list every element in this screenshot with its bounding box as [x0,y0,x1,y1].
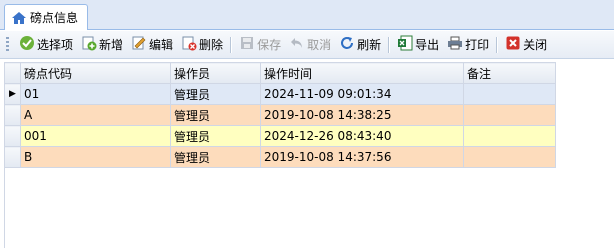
home-icon [11,10,27,26]
cancel-label: 取消 [307,38,332,52]
print-button[interactable]: 打印 [443,34,493,56]
cell-operator[interactable]: 管理员 [170,83,261,105]
refresh-button[interactable]: 刷新 [335,34,385,56]
cell-note[interactable] [463,125,556,147]
row-header[interactable] [4,104,21,126]
edit-icon [131,35,147,54]
toolbar: 选择项 新增 编辑 删除 保存 取消 刷新 导出 打印 关闭 [0,31,614,59]
close-icon [505,35,521,54]
row-header[interactable] [4,146,21,168]
table-row[interactable]: ▶ 01 管理员 2024-11-09 09:01:34 [4,83,556,105]
add-label: 新增 [99,38,124,52]
cell-time[interactable]: 2019-10-08 14:37:56 [260,146,464,168]
column-header-code[interactable]: 磅点代码 [20,62,171,84]
table-row[interactable]: B 管理员 2019-10-08 14:37:56 [4,146,556,168]
table-row[interactable]: A 管理员 2019-10-08 14:38:25 [4,104,556,126]
toolbar-grip[interactable] [6,36,9,53]
row-header-corner[interactable] [4,62,21,84]
cell-code[interactable]: 01 [20,83,171,105]
delete-button[interactable]: 删除 [177,34,227,56]
add-icon [81,35,97,54]
refresh-icon [339,35,355,54]
add-button[interactable]: 新增 [77,34,127,56]
check-icon [19,35,35,54]
column-header-operator[interactable]: 操作员 [170,62,261,84]
export-button[interactable]: 导出 [393,34,443,56]
tab-label: 磅点信息 [30,11,79,25]
edit-button[interactable]: 编辑 [127,34,177,56]
cell-time[interactable]: 2024-12-26 08:43:40 [260,125,464,147]
cell-code[interactable]: 001 [20,125,171,147]
current-row-indicator[interactable]: ▶ [4,83,21,105]
cell-operator[interactable]: 管理员 [170,125,261,147]
save-icon [239,35,255,54]
printer-icon [447,35,463,54]
toolbar-separator [496,36,499,53]
cell-operator[interactable]: 管理员 [170,146,261,168]
print-label: 打印 [465,38,490,52]
cell-time[interactable]: 2019-10-08 14:38:25 [260,104,464,126]
cell-note[interactable] [463,83,556,105]
cancel-button[interactable]: 取消 [285,34,335,56]
cell-note[interactable] [463,104,556,126]
close-label: 关闭 [523,38,548,52]
data-grid: 磅点代码 操作员 操作时间 备注 ▶ 01 管理员 2024-11-09 09:… [4,62,556,168]
cell-code[interactable]: B [20,146,171,168]
table-row[interactable]: 001 管理员 2024-12-26 08:43:40 [4,125,556,147]
edit-label: 编辑 [149,38,174,52]
cell-operator[interactable]: 管理员 [170,104,261,126]
refresh-label: 刷新 [357,38,382,52]
cell-time[interactable]: 2024-11-09 09:01:34 [260,83,464,105]
tab-strip: 磅点信息 [0,0,614,30]
column-header-time[interactable]: 操作时间 [260,62,464,84]
toolbar-separator [230,36,233,53]
close-button[interactable]: 关闭 [501,34,551,56]
select-button[interactable]: 选择项 [15,34,77,56]
cell-code[interactable]: A [20,104,171,126]
save-button[interactable]: 保存 [235,34,285,56]
export-label: 导出 [415,38,440,52]
excel-icon [397,35,413,54]
row-header[interactable] [4,125,21,147]
delete-icon [181,35,197,54]
column-header-note[interactable]: 备注 [463,62,556,84]
delete-label: 删除 [199,38,224,52]
save-label: 保存 [257,38,282,52]
undo-icon [289,35,305,54]
toolbar-separator [388,36,391,53]
grid-header-row: 磅点代码 操作员 操作时间 备注 [4,62,556,84]
select-label: 选择项 [37,38,74,52]
cell-note[interactable] [463,146,556,168]
tab-weigh-point-info[interactable]: 磅点信息 [4,4,88,30]
